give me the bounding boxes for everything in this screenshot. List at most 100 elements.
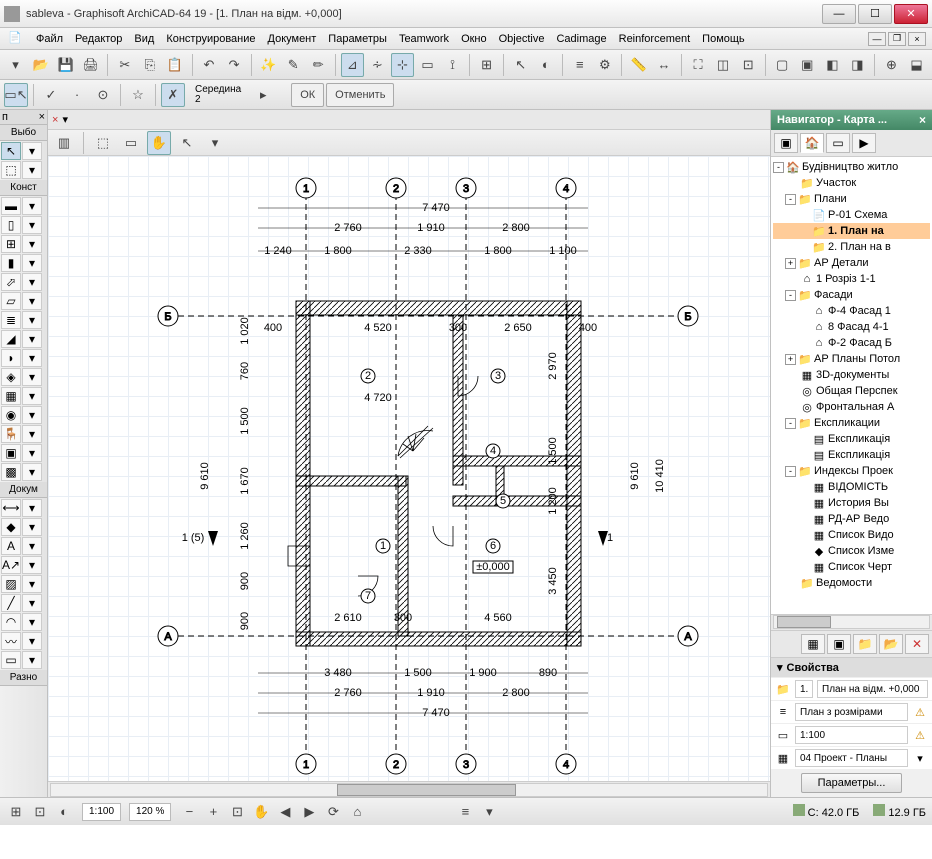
tree-row[interactable]: 📁Ведомости (773, 575, 930, 591)
paste-button[interactable]: 📋 (163, 53, 186, 77)
line-tool[interactable]: ╱ (1, 594, 21, 612)
shell-tool[interactable]: ◗ (1, 349, 21, 367)
tree-expand-icon[interactable] (797, 482, 810, 493)
selection-mode-button[interactable]: ▭↖ (4, 83, 28, 107)
grid-button[interactable]: ⊞ (475, 53, 498, 77)
props-penset-field[interactable]: 04 Проект - Планы (795, 749, 908, 767)
stair-tool[interactable]: ≣ (1, 311, 21, 329)
wall-tool[interactable]: ▬ (1, 197, 21, 215)
arc-tool[interactable]: ◠ (1, 613, 21, 631)
tree-expand-icon[interactable]: - (785, 290, 796, 301)
tree-row[interactable]: ◆Список Изме (773, 543, 930, 559)
tree-row[interactable]: ▦Список Черт (773, 559, 930, 575)
tree-expand-icon[interactable] (785, 178, 798, 189)
mt-3[interactable]: ▭ (119, 131, 143, 155)
ok-button[interactable]: ОК (291, 83, 324, 107)
nav-bt-delete[interactable]: ✕ (905, 634, 929, 654)
tree-row[interactable]: -📁Индексы Проек (773, 463, 930, 479)
menu-construction[interactable]: Конструирование (160, 33, 261, 45)
tree-expand-icon[interactable]: + (785, 354, 796, 365)
print-button[interactable]: 🖨 (79, 53, 102, 77)
layers-button[interactable]: ≡ (568, 53, 591, 77)
sb-zoomin[interactable]: + (203, 802, 223, 822)
sb-btn-2[interactable]: ⊡ (30, 802, 50, 822)
sb-fit[interactable]: ⊡ (227, 802, 247, 822)
door-tool-drop[interactable]: ▾ (22, 216, 42, 234)
tree-expand-icon[interactable] (797, 338, 810, 349)
menu-parameters[interactable]: Параметры (322, 33, 393, 45)
tree-row[interactable]: -📁Експликации (773, 415, 930, 431)
tree-expand-icon[interactable] (785, 370, 798, 381)
tree-expand-icon[interactable] (797, 546, 810, 557)
mesh-tool[interactable]: ▩ (1, 463, 21, 481)
polyline-tool-drop[interactable]: ▾ (22, 632, 42, 650)
tree-row[interactable]: ◎Фронтальная А (773, 399, 930, 415)
midpoint-button[interactable]: ✗ (161, 83, 185, 107)
menu-help[interactable]: Помощь (696, 33, 751, 45)
copy-button[interactable]: ⎘ (138, 53, 161, 77)
menu-objective[interactable]: Objective (493, 33, 551, 45)
mt-6[interactable]: ▾ (203, 131, 227, 155)
column-tool[interactable]: ▮ (1, 254, 21, 272)
open-button[interactable]: 📂 (29, 53, 52, 77)
shell-tool-drop[interactable]: ▾ (22, 349, 42, 367)
tree-expand-icon[interactable]: - (785, 418, 796, 429)
tree-row[interactable]: ⌂Ф-2 Фасад Б (773, 335, 930, 351)
sb-layers[interactable]: ≡ (455, 802, 475, 822)
mt-4[interactable]: ✋ (147, 131, 171, 155)
tab-drop-icon[interactable]: ▾ (62, 113, 68, 126)
tree-expand-icon[interactable]: - (785, 466, 796, 477)
measure-button[interactable]: ↔ (652, 53, 675, 77)
marquee-tool-drop[interactable]: ▾ (22, 161, 42, 179)
text-tool[interactable]: A (1, 537, 21, 555)
mt-5[interactable]: ↖ (175, 131, 199, 155)
properties-button[interactable]: Параметры... (801, 773, 903, 793)
cancel-button[interactable]: Отменить (326, 83, 394, 107)
minimize-button[interactable]: — (822, 4, 856, 24)
snap4-button[interactable]: ▭ (416, 53, 439, 77)
canvas-scroll-h[interactable] (48, 781, 770, 797)
tree-row[interactable]: -📁Фасади (773, 287, 930, 303)
tool14-button[interactable]: ⬓ (905, 53, 928, 77)
nav-tab-viewmap[interactable]: 🏠 (800, 133, 824, 153)
menu-window[interactable]: Окно (455, 33, 493, 45)
mdi-close[interactable]: × (908, 32, 926, 46)
label-tool[interactable]: A↗ (1, 556, 21, 574)
tool10-button[interactable]: ▣ (796, 53, 819, 77)
cut-button[interactable]: ✂ (113, 53, 136, 77)
text-tool-drop[interactable]: ▾ (22, 537, 42, 555)
slab-tool[interactable]: ▱ (1, 292, 21, 310)
pencil-button[interactable]: ✎ (282, 53, 305, 77)
arrow-tool-drop[interactable]: ▾ (22, 142, 42, 160)
tree-row[interactable]: ⌂8 Фасад 4-1 (773, 319, 930, 335)
status-zoom[interactable]: 120 % (129, 803, 171, 821)
drawing-tool[interactable]: ▭ (1, 651, 21, 669)
props-layers-field[interactable]: План з розмірами (795, 703, 908, 721)
curtain-tool[interactable]: ▦ (1, 387, 21, 405)
snap3-button[interactable]: ⊹ (391, 53, 414, 77)
marquee-tool[interactable]: ⬚ (1, 161, 21, 179)
sb-next[interactable]: ▶ (299, 802, 319, 822)
slab-tool-drop[interactable]: ▾ (22, 292, 42, 310)
half-button[interactable]: ◐ (534, 53, 557, 77)
file-menu-icon[interactable]: 📄 (8, 31, 24, 47)
polyline-tool[interactable]: 〰 (1, 632, 21, 650)
props-num[interactable]: 1. (795, 680, 813, 698)
level-tool[interactable]: ◆ (1, 518, 21, 536)
geo3-button[interactable]: ⊙ (91, 83, 115, 107)
tree-row[interactable]: -📁Плани (773, 191, 930, 207)
drawing-tool-drop[interactable]: ▾ (22, 651, 42, 669)
wall-tool-drop[interactable]: ▾ (22, 197, 42, 215)
door-tool[interactable]: ▯ (1, 216, 21, 234)
tree-expand-icon[interactable] (797, 562, 810, 573)
sb-prev[interactable]: ◀ (275, 802, 295, 822)
tree-row[interactable]: ▤Експликація (773, 431, 930, 447)
tool8-button[interactable]: ⊡ (737, 53, 760, 77)
window-tool[interactable]: ⊞ (1, 235, 21, 253)
arrow-button[interactable]: ↖ (509, 53, 532, 77)
arc-tool-drop[interactable]: ▾ (22, 613, 42, 631)
tree-expand-icon[interactable] (797, 434, 810, 445)
props-name-field[interactable]: План на відм. +0,000 (817, 680, 928, 698)
menu-editor[interactable]: Редактор (69, 33, 128, 45)
close-button[interactable]: ✕ (894, 4, 928, 24)
